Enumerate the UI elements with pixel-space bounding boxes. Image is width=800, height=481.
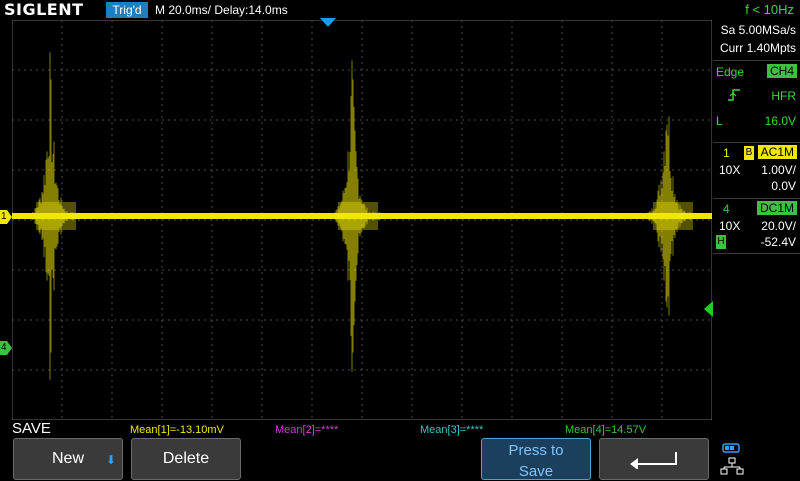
- sample-rate: Sa 5.00MSa/s: [720, 23, 796, 37]
- right-info-panel: Sa 5.00MSa/s Curr 1.40Mpts Edge CH4 HFR …: [713, 20, 800, 420]
- measurement-mean-2: Mean[2]=****: [275, 424, 339, 436]
- ch1-offset: 0.0V: [771, 179, 796, 193]
- brand-logo: SIGLENT: [4, 0, 84, 19]
- ch4-coupling-badge: DC1M: [756, 201, 797, 215]
- timebase-readout: M 20.0ms/ Delay:14.0ms: [155, 3, 288, 17]
- ch1-coupling-badge: AC1M: [757, 145, 797, 159]
- press-to-save-button[interactable]: Press to Save: [481, 438, 591, 480]
- measurement-mean-1: Mean[1]=-13.10mV: [130, 424, 224, 436]
- delete-button-label: Delete: [162, 450, 210, 467]
- arrow-down-icon: ⬇: [105, 453, 116, 467]
- ch1-bw-limit-flag: B: [744, 146, 754, 160]
- trigger-level-marker[interactable]: [703, 301, 713, 317]
- ch1-scale: 1.00V/: [761, 163, 796, 177]
- measurement-mean-3: Mean[3]=****: [420, 424, 484, 436]
- top-status-bar: SIGLENT Trig'd M 20.0ms/ Delay:14.0ms f …: [0, 0, 800, 20]
- ch4-settings-box[interactable]: 4 DC1M 10X 20.0V/ H -52.4V: [713, 198, 800, 254]
- usb-network-status-icon: [720, 443, 744, 475]
- trigger-source-badge: CH4: [766, 64, 797, 78]
- trigger-type: Edge: [716, 65, 745, 79]
- trigger-state-badge: Trig'd: [106, 2, 148, 18]
- press-to-save-line2: Save: [518, 463, 554, 480]
- memory-depth: Curr 1.40Mpts: [719, 41, 796, 55]
- ch1-number: 1: [723, 146, 730, 160]
- ch1-ground-marker[interactable]: 1: [0, 210, 12, 224]
- trigger-coupling: HFR: [771, 89, 796, 103]
- ch1-settings-box[interactable]: 1 B AC1M 10X 1.00V/ 0.0V: [713, 142, 800, 197]
- new-button[interactable]: New ⬇: [13, 438, 123, 480]
- measurement-mean-4: Mean[4]=14.57V: [565, 424, 647, 436]
- ch4-probe: 10X: [719, 219, 741, 233]
- delete-button[interactable]: Delete: [131, 438, 241, 480]
- waveform-display[interactable]: [12, 20, 712, 420]
- trigger-position-marker[interactable]: [318, 17, 338, 29]
- ch4-flag: H: [716, 235, 726, 249]
- trigger-settings-box[interactable]: Edge CH4 HFR L 16.0V: [713, 60, 800, 155]
- frequency-counter: f < 10Hz: [745, 2, 794, 17]
- back-arrow-icon: [630, 452, 677, 469]
- ch4-ground-marker[interactable]: 4: [0, 341, 12, 355]
- ch1-marker-label: 1: [1, 211, 7, 222]
- trigger-level: 16.0V: [764, 114, 796, 128]
- menu-title: SAVE: [12, 420, 51, 437]
- ch4-marker-label: 4: [1, 342, 7, 353]
- ch4-number: 4: [723, 202, 730, 216]
- ch4-offset: -52.4V: [760, 235, 796, 249]
- press-to-save-line1: Press to: [508, 442, 564, 459]
- rising-edge-icon: [727, 88, 741, 106]
- ch1-probe: 10X: [719, 163, 741, 177]
- trigger-level-label: L: [716, 114, 723, 128]
- back-button[interactable]: [599, 438, 709, 480]
- ch4-scale: 20.0V/: [761, 219, 796, 233]
